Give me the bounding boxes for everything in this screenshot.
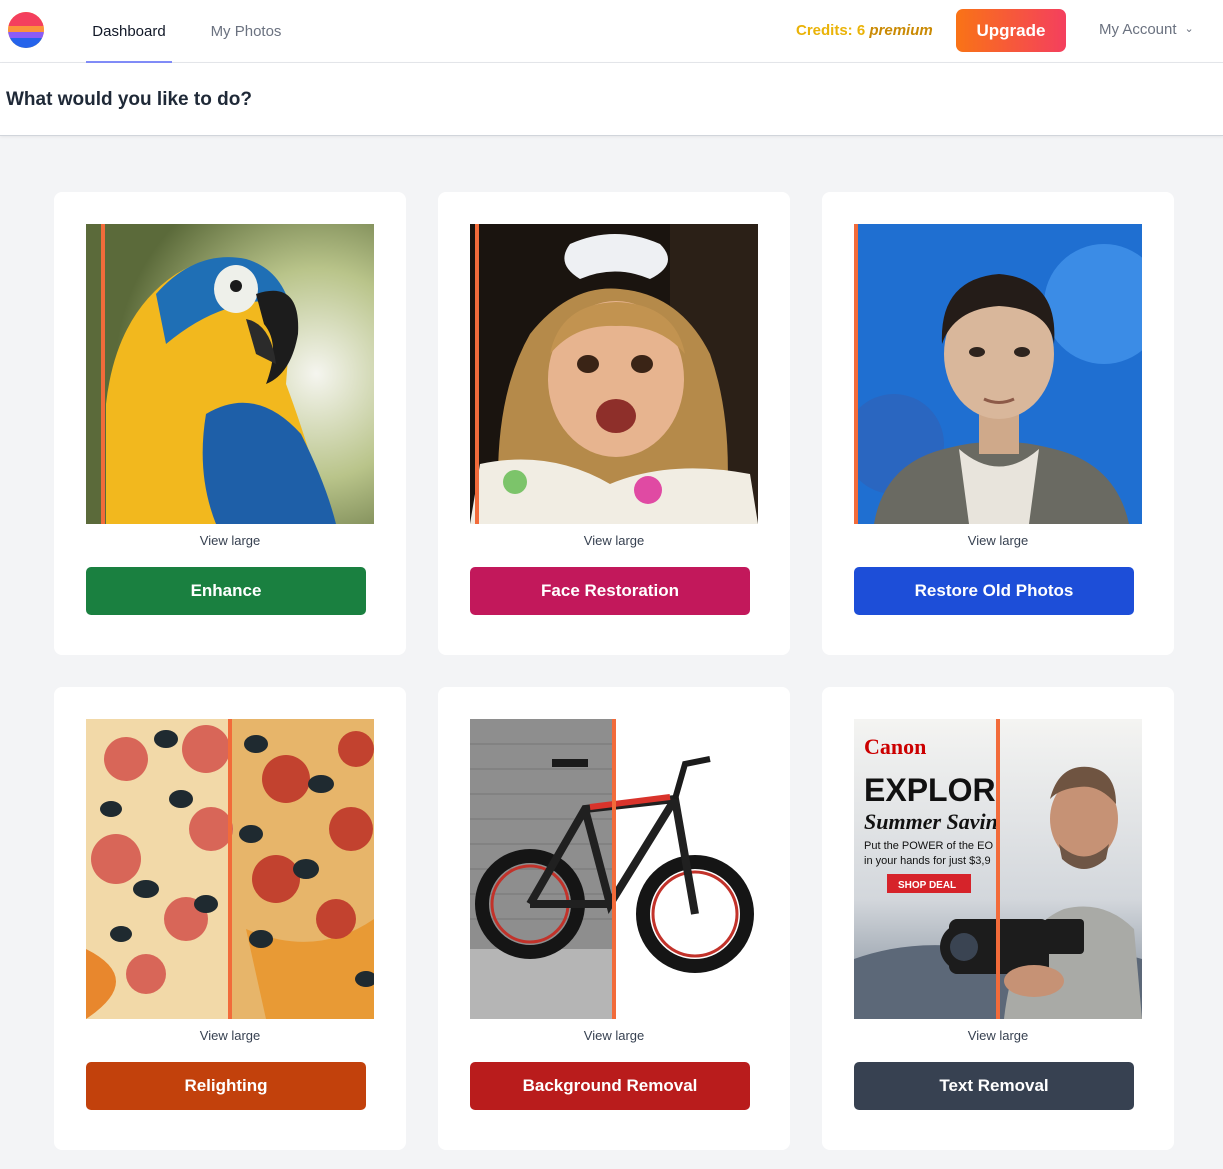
page-title: What would you like to do? (6, 89, 252, 110)
credits-indicator: Credits: 6 premium (796, 22, 933, 39)
credits-plan: premium (869, 22, 933, 39)
background-removal-button[interactable]: Background Removal (470, 1062, 750, 1110)
top-navbar: Dashboard My Photos Credits: 6 premium U… (0, 0, 1223, 63)
compare-divider-handle[interactable] (101, 224, 105, 524)
text-removal-preview-image[interactable]: Canon EXPLOR Summer Savin Put the POWER … (854, 719, 1142, 1019)
restore-old-photos-button[interactable]: Restore Old Photos (854, 567, 1134, 615)
tool-card-relighting: View large Relighting (54, 687, 406, 1150)
compare-divider-handle[interactable] (612, 719, 616, 1019)
ad-subhead-text: Summer Savin (864, 809, 998, 834)
relighting-button[interactable]: Relighting (86, 1062, 366, 1110)
tool-card-restore-old-photos: View large Restore Old Photos (822, 192, 1174, 655)
face-restoration-button[interactable]: Face Restoration (470, 567, 750, 615)
enhance-preview-image[interactable] (86, 224, 374, 524)
ad-line1-text: Put the POWER of the EO (864, 840, 993, 852)
app-logo-icon[interactable] (6, 12, 46, 48)
tool-card-text-removal: Canon EXPLOR Summer Savin Put the POWER … (822, 687, 1174, 1150)
relighting-preview-image[interactable] (86, 719, 374, 1019)
ad-headline-text: EXPLOR (864, 772, 996, 808)
upgrade-button[interactable]: Upgrade (956, 9, 1066, 52)
tab-my-photos-label: My Photos (210, 23, 282, 40)
tab-dashboard-label: Dashboard (92, 23, 166, 40)
tool-card-enhance: View large Enhance (54, 192, 406, 655)
face-restoration-preview-image[interactable] (470, 224, 758, 524)
background-removal-preview-image[interactable] (470, 719, 758, 1019)
ad-line2-text: in your hands for just $3,9 (864, 855, 991, 867)
text-removal-button[interactable]: Text Removal (854, 1062, 1134, 1110)
restore-old-photos-preview-image[interactable] (854, 224, 1142, 524)
view-large-link[interactable]: View large (438, 533, 790, 548)
ad-cta-text: SHOP DEAL (898, 880, 956, 891)
tab-dashboard[interactable]: Dashboard (86, 0, 172, 63)
tool-card-background-removal: View large Background Removal (438, 687, 790, 1150)
view-large-link[interactable]: View large (54, 533, 406, 548)
enhance-button[interactable]: Enhance (86, 567, 366, 615)
my-account-menu[interactable]: My Account ⌄ (1099, 21, 1194, 38)
view-large-link[interactable]: View large (822, 1028, 1174, 1043)
credits-count: Credits: 6 (796, 22, 866, 39)
compare-divider-handle[interactable] (228, 719, 232, 1019)
tool-card-face-restoration: View large Face Restoration (438, 192, 790, 655)
my-account-label: My Account (1099, 21, 1177, 38)
compare-divider-handle[interactable] (475, 224, 479, 524)
page-header: What would you like to do? (0, 63, 1223, 136)
compare-divider-handle[interactable] (854, 224, 858, 524)
view-large-link[interactable]: View large (822, 533, 1174, 548)
tab-my-photos[interactable]: My Photos (200, 0, 292, 63)
view-large-link[interactable]: View large (438, 1028, 790, 1043)
chevron-down-icon: ⌄ (1184, 23, 1194, 35)
view-large-link[interactable]: View large (54, 1028, 406, 1043)
canon-logo-text: Canon (864, 734, 926, 759)
compare-divider-handle[interactable] (996, 719, 1000, 1019)
